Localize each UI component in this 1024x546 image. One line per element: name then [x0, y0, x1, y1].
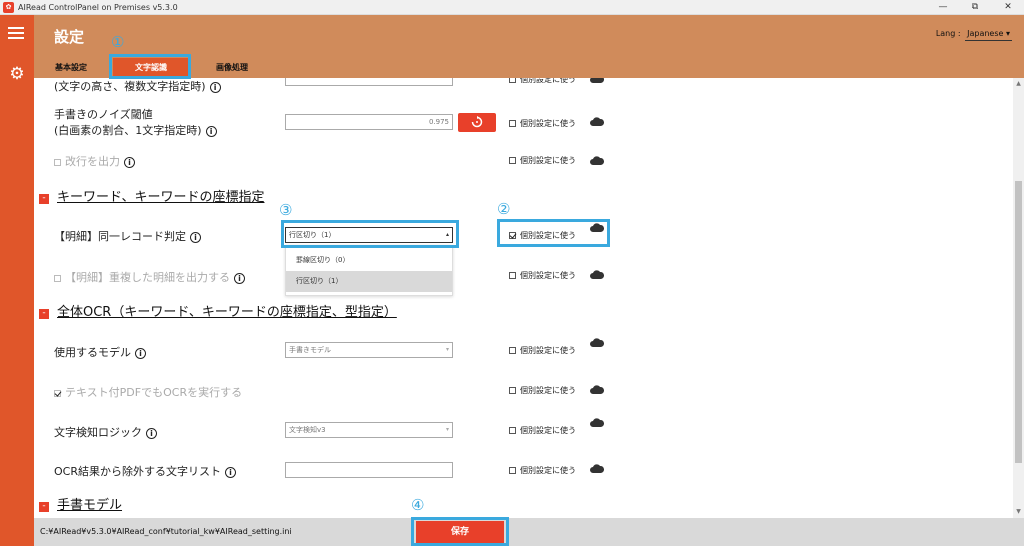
- noise-threshold-label: 手書きのノイズ閾値: [54, 108, 153, 121]
- dropdown-option-selected[interactable]: 行区切り（1）: [286, 271, 452, 292]
- annotation-box-2: [497, 219, 610, 247]
- individual-setting-checkbox[interactable]: 個別設定に使う: [509, 465, 576, 476]
- close-button[interactable]: ✕: [993, 0, 1023, 15]
- footer-bar: C:¥AIRead¥v5.3.0¥AIRead_conf¥tutorial_kw…: [34, 518, 1024, 546]
- individual-setting-checkbox[interactable]: 個別設定に使う: [509, 385, 576, 396]
- duplicate-output-label: 【明細】重複した明細を出力する i: [54, 269, 245, 285]
- partial-row-field[interactable]: [285, 78, 453, 86]
- collapse-icon[interactable]: -: [39, 194, 49, 204]
- noise-threshold-sublabel: (白画素の割合、1文字指定時) i: [54, 122, 217, 138]
- individual-setting-checkbox[interactable]: 個別設定に使う: [509, 345, 576, 356]
- settings-content: (文字の高さ、複数文字指定時) i 個別設定に使う 手書きのノイズ閾値 (白画素の…: [34, 78, 1013, 518]
- model-select[interactable]: 手書きモデル ▾: [285, 342, 453, 358]
- annotation-box-1: [109, 54, 191, 79]
- chevron-down-icon: ▾: [445, 426, 449, 433]
- section-handwriting-model[interactable]: - 手書モデル: [39, 494, 122, 513]
- detection-logic-label: 文字検知ロジック i: [54, 424, 157, 440]
- cloud-icon[interactable]: [590, 270, 604, 279]
- newline-output-label: 改行を出力 i: [54, 153, 135, 169]
- info-icon[interactable]: i: [224, 467, 236, 478]
- annotation-number-2: ②: [497, 200, 511, 218]
- scrollbar-thumb[interactable]: [1015, 181, 1022, 463]
- model-label: 使用するモデル i: [54, 344, 146, 360]
- lang-label: Lang :: [935, 29, 961, 38]
- scroll-down-icon[interactable]: ▼: [1013, 508, 1024, 515]
- annotation-box-3: [281, 220, 459, 248]
- cloud-icon[interactable]: [590, 385, 604, 394]
- cloud-icon[interactable]: [590, 418, 604, 427]
- partial-row-label: (文字の高さ、複数文字指定時) i: [54, 78, 221, 94]
- collapse-icon[interactable]: -: [39, 309, 49, 319]
- section-full-ocr[interactable]: - 全体OCR（キーワード、キーワードの座標指定、型指定）: [39, 301, 397, 320]
- pdf-ocr-label: テキスト付PDFでもOCRを実行する: [54, 384, 242, 400]
- page-header: 設定 Lang : Japanese ▾: [34, 15, 1024, 55]
- cloud-icon[interactable]: [590, 156, 604, 165]
- individual-setting-checkbox[interactable]: 個別設定に使う: [509, 78, 576, 85]
- exclude-list-input[interactable]: [285, 462, 453, 478]
- annotation-number-4: ④: [411, 496, 425, 514]
- info-icon[interactable]: i: [205, 126, 217, 137]
- app-logo-icon: ✿: [3, 2, 14, 13]
- tab-image-processing[interactable]: 画像処理: [202, 58, 262, 78]
- vertical-scrollbar[interactable]: ▲ ▼: [1013, 78, 1024, 518]
- window-titlebar: ✿ AIRead ControlPanel on Premises v5.3.0…: [0, 0, 1024, 15]
- same-record-dropdown-list: 罫線区切り（0） 行区切り（1）: [285, 245, 453, 296]
- individual-setting-checkbox[interactable]: 個別設定に使う: [509, 270, 576, 281]
- info-icon[interactable]: i: [209, 82, 221, 93]
- cloud-icon[interactable]: [590, 78, 604, 83]
- cloud-icon[interactable]: [590, 338, 604, 347]
- annotation-number-1: ①: [111, 33, 125, 51]
- same-record-label: 【明細】同一レコード判定 i: [54, 228, 201, 244]
- cloud-icon[interactable]: [590, 117, 604, 126]
- exclude-list-label: OCR結果から除外する文字リスト i: [54, 463, 236, 479]
- info-icon[interactable]: i: [135, 348, 146, 359]
- info-icon[interactable]: i: [124, 157, 135, 168]
- window-title: AIRead ControlPanel on Premises v5.3.0: [18, 3, 178, 12]
- individual-setting-checkbox[interactable]: 個別設定に使う: [509, 425, 576, 436]
- reset-button[interactable]: [458, 113, 496, 132]
- annotation-number-3: ③: [279, 201, 293, 219]
- info-icon[interactable]: i: [234, 273, 245, 284]
- page-title: 設定: [54, 28, 85, 46]
- language-selector[interactable]: Lang : Japanese ▾: [936, 29, 1012, 41]
- collapse-icon[interactable]: -: [39, 502, 49, 512]
- individual-setting-checkbox[interactable]: 個別設定に使う: [509, 155, 576, 166]
- lang-value: Japanese: [967, 29, 1004, 38]
- cloud-icon[interactable]: [590, 464, 604, 473]
- chevron-down-icon: ▾: [445, 346, 449, 353]
- noise-threshold-input[interactable]: 0.975: [285, 114, 453, 130]
- minimize-button[interactable]: —: [928, 0, 958, 15]
- reset-icon: [471, 116, 483, 128]
- chevron-down-icon: ▾: [1005, 29, 1010, 38]
- tab-basic-settings[interactable]: 基本設定: [46, 58, 96, 78]
- hamburger-menu-icon[interactable]: [8, 27, 24, 39]
- gear-icon[interactable]: ⚙: [8, 65, 26, 83]
- restore-button[interactable]: ⧉: [960, 0, 990, 15]
- settings-file-path: C:¥AIRead¥v5.3.0¥AIRead_conf¥tutorial_kw…: [40, 527, 292, 536]
- dropdown-option[interactable]: 罫線区切り（0）: [286, 250, 452, 271]
- sidebar: ⚙: [0, 15, 34, 546]
- info-icon[interactable]: i: [146, 428, 157, 439]
- individual-setting-checkbox[interactable]: 個別設定に使う: [509, 118, 576, 129]
- detection-logic-select[interactable]: 文字検知v3 ▾: [285, 422, 453, 438]
- info-icon[interactable]: i: [190, 232, 201, 243]
- annotation-box-4: [411, 517, 509, 546]
- section-keyword[interactable]: - キーワード、キーワードの座標指定: [39, 186, 264, 205]
- scroll-up-icon[interactable]: ▲: [1013, 80, 1024, 87]
